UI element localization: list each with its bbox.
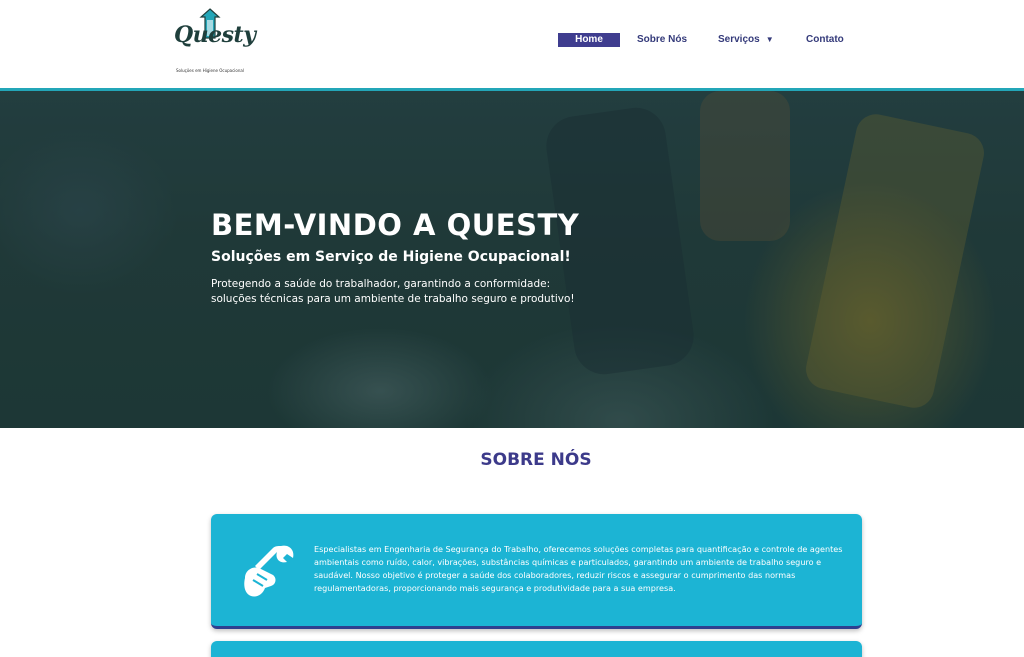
nav-home[interactable]: Home: [558, 33, 620, 47]
nav-contato[interactable]: Contato: [806, 33, 844, 47]
logo-wordmark: Questy: [174, 22, 256, 48]
nav-servicos-label: Serviços: [718, 34, 760, 45]
site-header: Questy Soluções em Higiene Ocupacional H…: [0, 0, 1024, 89]
caret-down-icon: ▼: [765, 35, 774, 44]
about-title: SOBRE NÓS: [480, 450, 592, 470]
hero-description: Protegendo a saúde do trabalhador, garan…: [211, 278, 575, 305]
about-card: Especialistas em Engenharia de Segurança…: [211, 514, 862, 629]
logo-tagline: Soluções em Higiene Ocupacional: [176, 68, 244, 73]
about-card-2: [211, 641, 862, 657]
hero-banner: BEM-VINDO A QUESTY Soluções em Serviço d…: [0, 91, 1024, 428]
questy-logo[interactable]: Questy Soluções em Higiene Ocupacional: [170, 6, 256, 76]
hero-subtitle: Soluções em Serviço de Higiene Ocupacion…: [211, 249, 571, 265]
wrench-hand-icon: [244, 545, 294, 597]
hero-title: BEM-VINDO A QUESTY: [211, 208, 580, 242]
about-card-text: Especialistas em Engenharia de Segurança…: [314, 544, 843, 593]
nav-servicos[interactable]: Serviços ▼: [718, 33, 774, 47]
nav-sobre-nos[interactable]: Sobre Nós: [637, 33, 687, 47]
